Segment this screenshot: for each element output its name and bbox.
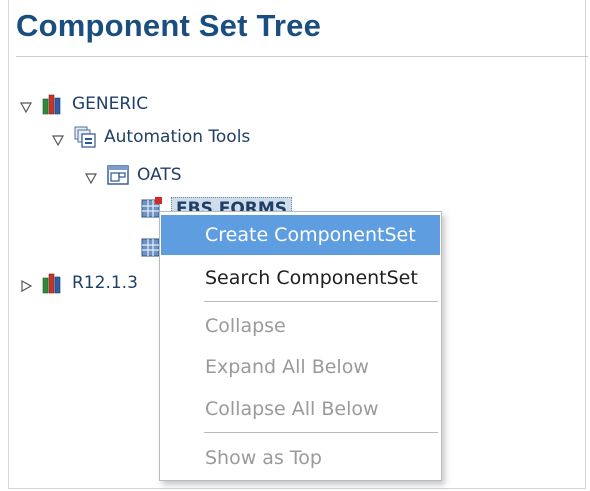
tree-node-automation-tools[interactable]: Automation Tools xyxy=(51,124,251,150)
tree-node-label: GENERIC xyxy=(72,94,149,114)
context-menu: Create ComponentSet Search ComponentSet … xyxy=(159,211,442,481)
tree-node-oats[interactable]: OATS xyxy=(84,162,182,188)
books-icon xyxy=(42,272,64,294)
menu-separator xyxy=(204,432,438,433)
collapsed-triangle-icon[interactable] xyxy=(20,277,33,293)
menu-item-show-as-top: Show as Top xyxy=(205,447,322,469)
menu-item-search-componentset[interactable]: Search ComponentSet xyxy=(161,258,440,298)
books-icon xyxy=(42,93,64,115)
menu-separator xyxy=(204,301,438,302)
stacked-windows-icon xyxy=(74,126,96,148)
menu-item-create-componentset[interactable]: Create ComponentSet xyxy=(161,215,440,255)
expanded-triangle-icon[interactable] xyxy=(84,169,98,185)
tree-node-r12[interactable]: R12.1.3 xyxy=(20,270,138,296)
tree-node-label: OATS xyxy=(137,165,182,185)
menu-item-expand-all-below: Expand All Below xyxy=(205,356,369,378)
tree-node-label: R12.1.3 xyxy=(72,273,138,293)
expanded-triangle-icon[interactable] xyxy=(19,98,33,114)
tree-node-label: Automation Tools xyxy=(104,127,251,147)
window-icon xyxy=(107,164,129,186)
menu-item-collapse-all-below: Collapse All Below xyxy=(205,398,379,420)
expanded-triangle-icon[interactable] xyxy=(51,131,65,147)
panel-title: Component Set Tree xyxy=(16,8,322,43)
menu-item-collapse: Collapse xyxy=(205,315,286,337)
tree-node-generic[interactable]: GENERIC xyxy=(19,91,149,117)
title-divider xyxy=(16,56,588,57)
